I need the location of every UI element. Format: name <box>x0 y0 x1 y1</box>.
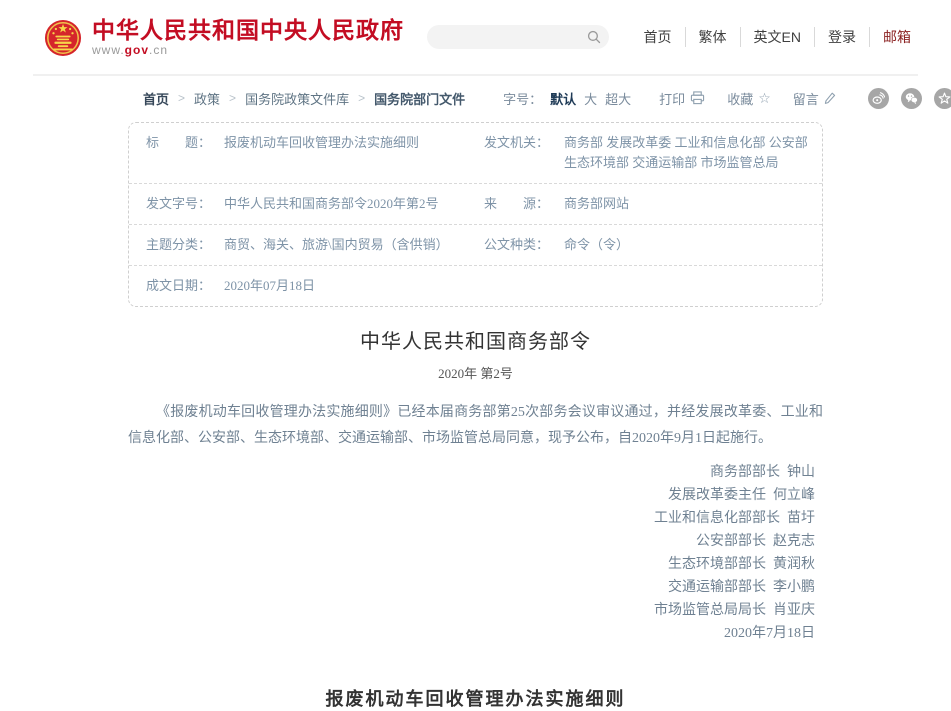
nav-traditional[interactable]: 繁体 <box>685 27 740 47</box>
meta-value-issuing-agency: 商务部 发展改革委 工业和信息化部 公安部 生态环境部 交通运输部 市场监管总局 <box>558 133 814 173</box>
meta-label-title: 标 题： <box>146 133 218 153</box>
search-box[interactable] <box>427 25 609 49</box>
site-url-www: www. <box>92 43 125 57</box>
signature-block: 商务部部长 钟山 发展改革委主任 何立峰 工业和信息化部部长 苗圩 公安部部长 … <box>128 461 823 622</box>
site-url-gov: gov <box>125 43 149 57</box>
site-logo[interactable]: 中华人民共和国中央人民政府 www.gov.cn <box>44 17 404 57</box>
meta-row: 成文日期： 2020年07月18日 <box>129 265 822 306</box>
print-label: 打印 <box>659 89 685 108</box>
site-header: 中华人民共和国中央人民政府 www.gov.cn 首页 繁体 英文EN 登录 邮… <box>0 0 951 74</box>
share-group <box>868 88 951 109</box>
breadcrumb-home[interactable]: 首页 <box>143 89 169 108</box>
pencil-icon <box>824 92 836 105</box>
breadcrumb-department-documents[interactable]: 国务院部门文件 <box>374 89 465 108</box>
breadcrumb-policy[interactable]: 政策 <box>194 89 220 108</box>
national-emblem-icon <box>44 19 82 57</box>
signature-line: 市场监管总局局长 肖亚庆 <box>128 599 815 622</box>
article-body: 中华人民共和国商务部令 2020年 第2号 《报废机动车回收管理办法实施细则》已… <box>128 325 823 711</box>
nav-home[interactable]: 首页 <box>631 27 685 47</box>
print-button[interactable]: 打印 <box>659 89 705 108</box>
document-title: 中华人民共和国商务部令 <box>128 325 823 354</box>
breadcrumb-separator: > <box>229 91 236 105</box>
meta-value-doc-type: 命令（令） <box>558 235 814 255</box>
site-title: 中华人民共和国中央人民政府 <box>92 17 404 43</box>
signature-line: 工业和信息化部部长 苗圩 <box>128 507 815 530</box>
action-group: 打印 收藏 ☆ 留言 <box>659 89 836 108</box>
meta-label-doc-number: 发文字号： <box>146 194 218 214</box>
breadcrumb: 首页 > 政策 > 国务院政策文件库 > 国务院部门文件 <box>143 89 465 108</box>
printer-icon <box>690 91 705 105</box>
nav-english[interactable]: 英文EN <box>740 27 814 47</box>
top-nav: 首页 繁体 英文EN 登录 邮箱 <box>631 27 911 47</box>
signature-line: 商务部部长 钟山 <box>128 461 815 484</box>
breadcrumb-separator: > <box>178 91 185 105</box>
font-size-label: 字号： <box>503 89 542 108</box>
meta-row: 主题分类： 商贸、海关、旅游\国内贸易（含供销） 公文种类： 命令（令） <box>129 224 822 265</box>
wechat-icon[interactable] <box>901 88 922 109</box>
search-icon[interactable] <box>587 30 601 44</box>
signature-line: 交通运输部部长 李小鹏 <box>128 576 815 599</box>
weibo-icon[interactable] <box>868 88 889 109</box>
document-meta-table: 标 题： 报废机动车回收管理办法实施细则 发文机关： 商务部 发展改革委 工业和… <box>128 122 823 307</box>
font-size-control: 字号： 默认 大 超大 <box>503 89 631 108</box>
font-size-xlarge[interactable]: 超大 <box>605 89 631 108</box>
comment-button[interactable]: 留言 <box>793 89 836 108</box>
signature-line: 发展改革委主任 何立峰 <box>128 484 815 507</box>
meta-value-doc-number: 中华人民共和国商务部令2020年第2号 <box>218 194 484 214</box>
document-date: 2020年7月18日 <box>128 622 823 645</box>
nav-login[interactable]: 登录 <box>814 27 869 47</box>
favorite-button[interactable]: 收藏 ☆ <box>727 89 771 108</box>
nav-mail[interactable]: 邮箱 <box>869 27 911 47</box>
breadcrumb-policy-library[interactable]: 国务院政策文件库 <box>245 89 349 108</box>
search-input[interactable] <box>439 30 587 44</box>
font-size-large[interactable]: 大 <box>584 89 597 108</box>
meta-value-source: 商务部网站 <box>558 194 814 214</box>
meta-label-issuing-agency: 发文机关： <box>484 133 558 153</box>
signature-line: 公安部部长 赵克志 <box>128 530 815 553</box>
signature-line: 生态环境部部长 黄润秋 <box>128 553 815 576</box>
meta-label-doc-type: 公文种类： <box>484 235 558 255</box>
meta-label-topic-category: 主题分类： <box>146 235 218 255</box>
meta-row: 发文字号： 中华人民共和国商务部令2020年第2号 来 源： 商务部网站 <box>129 183 822 224</box>
meta-value-date-written: 2020年07月18日 <box>218 276 484 296</box>
site-url-cn: .cn <box>149 43 168 57</box>
document-paragraph: 《报废机动车回收管理办法实施细则》已经本届商务部第25次部务会议审议通过，并经发… <box>128 400 823 452</box>
meta-value-title: 报废机动车回收管理办法实施细则 <box>218 133 484 153</box>
regulation-title: 报废机动车回收管理办法实施细则 <box>128 685 823 711</box>
star-outline-icon: ☆ <box>758 91 771 105</box>
more-star-icon[interactable] <box>934 88 951 109</box>
meta-value-topic-category: 商贸、海关、旅游\国内贸易（含供销） <box>218 235 484 255</box>
meta-row: 标 题： 报废机动车回收管理办法实施细则 发文机关： 商务部 发展改革委 工业和… <box>129 123 822 183</box>
toolbar: 首页 > 政策 > 国务院政策文件库 > 国务院部门文件 字号： 默认 大 超大… <box>128 76 823 120</box>
breadcrumb-separator: > <box>358 91 365 105</box>
meta-label-date-written: 成文日期： <box>146 276 218 296</box>
comment-label: 留言 <box>793 89 819 108</box>
font-size-default[interactable]: 默认 <box>550 89 576 108</box>
meta-label-source: 来 源： <box>484 194 558 214</box>
site-url: www.gov.cn <box>92 43 404 57</box>
favorite-label: 收藏 <box>727 89 753 108</box>
document-number: 2020年 第2号 <box>128 363 823 382</box>
